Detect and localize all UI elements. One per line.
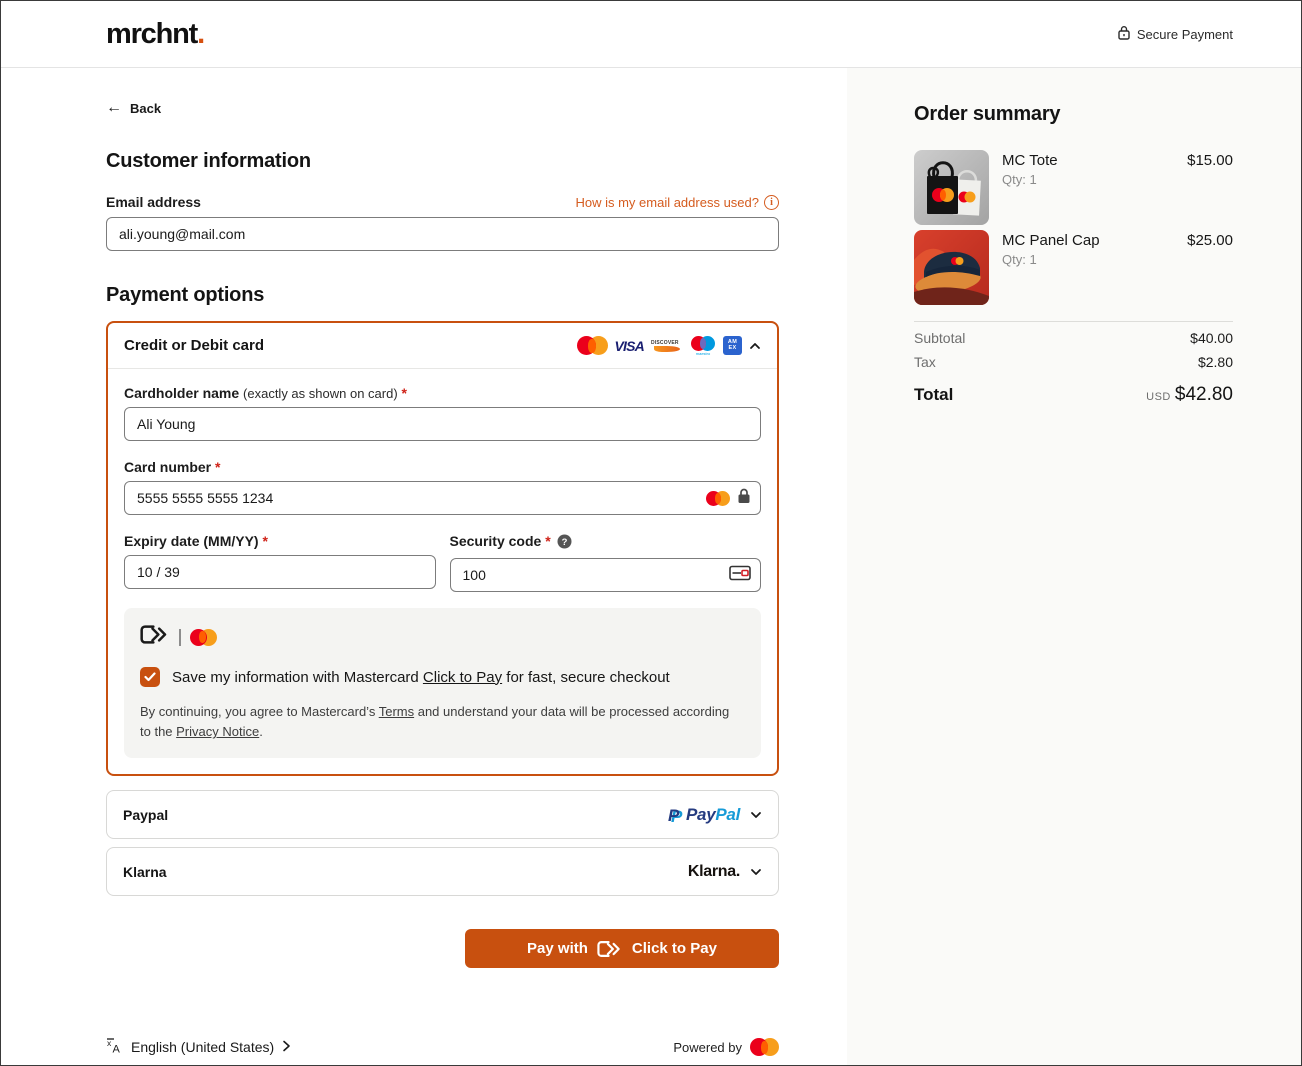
expiry-label: Expiry date (MM/YY) * <box>124 533 436 549</box>
merchant-logo-dot: . <box>197 18 204 50</box>
checkout-main: ← Back Customer information Email addres… <box>1 68 847 1065</box>
cardholder-name-input[interactable] <box>124 407 761 441</box>
paypal-panel[interactable]: Paypal PP PayPal <box>106 790 779 839</box>
back-arrow-icon: ← <box>106 99 122 117</box>
subtotal-value: $40.00 <box>1190 330 1233 346</box>
maestro-icon: maestro <box>690 336 716 355</box>
divider <box>179 629 181 646</box>
language-label: English (United States) <box>131 1039 274 1055</box>
terms-link[interactable]: Terms <box>379 704 414 719</box>
klarna-logo: Klarna. <box>688 863 740 881</box>
translate-icon: xA <box>106 1037 123 1057</box>
mastercard-icon <box>577 336 608 355</box>
currency-label: USD <box>1146 391 1171 403</box>
secure-payment-badge: Secure Payment <box>1117 25 1233 43</box>
chevron-up-icon <box>749 340 761 352</box>
card-number-label: Card number * <box>124 459 761 475</box>
product-image-tote <box>914 150 989 225</box>
tax-row: Tax $2.80 <box>914 354 1233 370</box>
pay-button-suffix: Click to Pay <box>632 940 717 957</box>
privacy-notice-link[interactable]: Privacy Notice <box>176 724 259 739</box>
total-row: Total USD$42.80 <box>914 384 1233 406</box>
order-item: MC Tote Qty: 1 $15.00 <box>914 150 1233 225</box>
paypal-label: Paypal <box>123 807 168 823</box>
item-qty: Qty: 1 <box>1002 172 1174 187</box>
info-icon: i <box>764 195 779 210</box>
visa-icon: VISA <box>615 338 644 354</box>
klarna-label: Klarna <box>123 864 167 880</box>
pay-button[interactable]: Pay with Click to Pay <box>465 929 779 968</box>
subtotal-row: Subtotal $40.00 <box>914 330 1233 346</box>
customer-information-heading: Customer information <box>106 150 779 173</box>
email-help-link[interactable]: How is my email address used? i <box>575 195 779 210</box>
chevron-down-icon <box>750 809 762 821</box>
amex-icon: AMEX <box>723 336 742 355</box>
click-to-pay-icon <box>597 940 623 958</box>
divider <box>914 321 1233 322</box>
chevron-down-icon <box>750 866 762 878</box>
help-question-icon[interactable]: ? <box>557 534 572 552</box>
secure-payment-label: Secure Payment <box>1137 27 1233 42</box>
header: mrchnt. Secure Payment <box>1 1 1301 68</box>
klarna-panel[interactable]: Klarna Klarna. <box>106 847 779 896</box>
svg-text:A: A <box>113 1044 121 1055</box>
security-code-input[interactable] <box>450 558 762 592</box>
mastercard-icon <box>190 629 217 646</box>
item-name: MC Panel Cap <box>1002 232 1174 249</box>
click-to-pay-icon <box>140 624 170 650</box>
email-help-text: How is my email address used? <box>575 195 759 210</box>
email-label: Email address <box>106 194 201 210</box>
paypal-logo: PP PayPal <box>668 805 740 825</box>
tax-value: $2.80 <box>1198 354 1233 370</box>
lock-icon <box>737 488 751 509</box>
card-payment-panel: Credit or Debit card VISA DISCOVER maest… <box>106 321 779 776</box>
discover-icon: DISCOVER <box>651 336 683 355</box>
back-button[interactable]: ← Back <box>106 99 161 117</box>
merchant-logo: mrchnt. <box>106 18 204 51</box>
subtotal-label: Subtotal <box>914 330 965 346</box>
total-value: USD$42.80 <box>1146 384 1233 406</box>
total-label: Total <box>914 385 953 405</box>
order-item: MC Panel Cap Qty: 1 $25.00 <box>914 230 1233 305</box>
powered-by: Powered by <box>673 1038 779 1056</box>
order-summary: Order summary MC <box>847 68 1301 1065</box>
order-summary-heading: Order summary <box>914 103 1233 126</box>
merchant-logo-text: mrchnt <box>106 18 197 50</box>
payment-options-heading: Payment options <box>106 284 779 307</box>
security-code-label: Security code * ? <box>450 533 762 552</box>
card-panel-header[interactable]: Credit or Debit card VISA DISCOVER maest… <box>108 323 777 368</box>
cvc-card-icon <box>729 565 751 586</box>
click-to-pay-box: Save my information with Mastercard Clic… <box>124 608 761 758</box>
powered-by-label: Powered by <box>673 1040 742 1055</box>
item-qty: Qty: 1 <box>1002 252 1174 267</box>
item-price: $15.00 <box>1187 150 1233 225</box>
cardholder-name-label: Cardholder name (exactly as shown on car… <box>124 385 761 401</box>
legal-text: By continuing, you agree to Mastercard’s… <box>140 702 740 742</box>
expiry-input[interactable] <box>124 555 436 589</box>
click-to-pay-link[interactable]: Click to Pay <box>423 669 502 686</box>
back-label: Back <box>130 101 161 116</box>
tax-label: Tax <box>914 354 936 370</box>
card-brand-mastercard-icon <box>706 491 730 506</box>
save-info-checkbox[interactable] <box>140 667 160 687</box>
lock-icon <box>1117 25 1131 43</box>
chevron-right-icon <box>282 1039 291 1055</box>
mastercard-icon <box>750 1038 779 1056</box>
card-panel-title: Credit or Debit card <box>124 337 264 354</box>
email-input[interactable] <box>106 217 779 251</box>
language-selector[interactable]: xA English (United States) <box>106 1037 291 1057</box>
product-image-cap <box>914 230 989 305</box>
svg-text:?: ? <box>561 537 567 548</box>
checkout-page: mrchnt. Secure Payment ← Back Customer i… <box>1 1 1301 1065</box>
item-price: $25.00 <box>1187 230 1233 305</box>
item-name: MC Tote <box>1002 152 1174 169</box>
card-number-input[interactable] <box>124 481 761 515</box>
save-info-label: Save my information with Mastercard Clic… <box>172 669 670 686</box>
pay-button-prefix: Pay with <box>527 940 588 957</box>
